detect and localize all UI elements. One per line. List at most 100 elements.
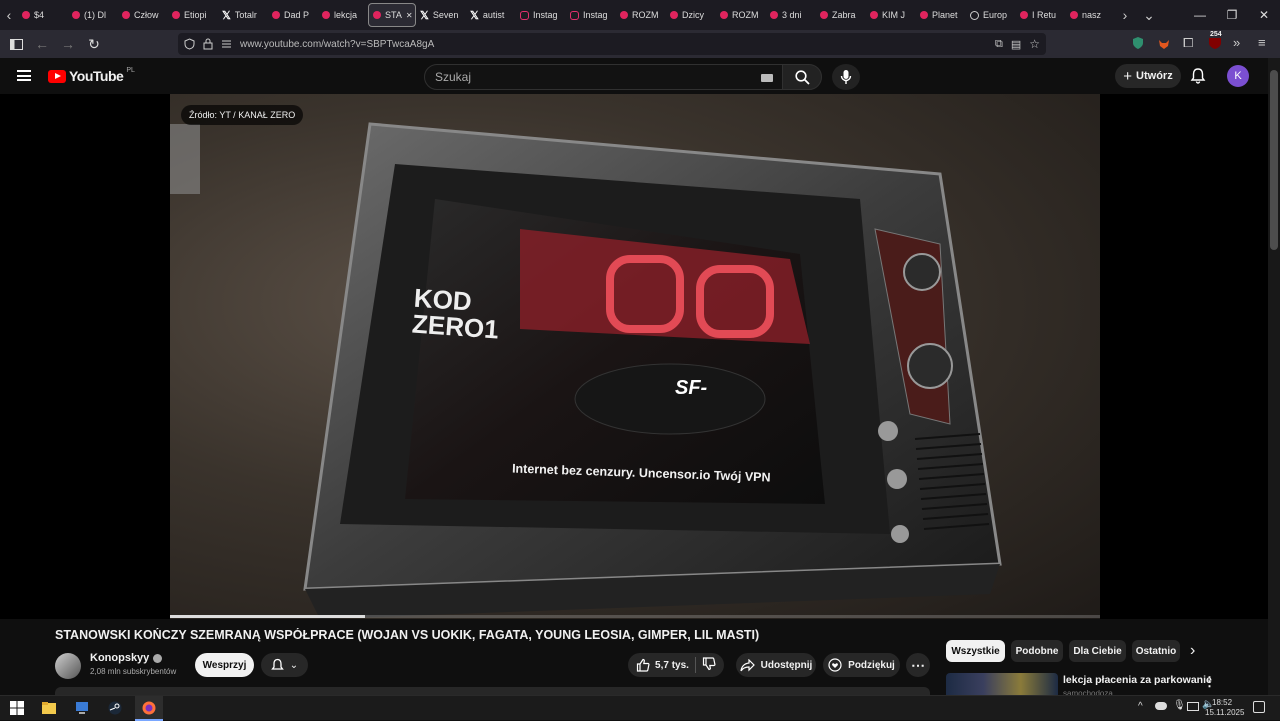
video-progress-bar[interactable]: [170, 615, 1100, 618]
more-actions-icon[interactable]: ⋯: [906, 653, 930, 677]
url-text[interactable]: www.youtube.com/watch?v=SBPTwcaA8gA: [240, 39, 434, 50]
tab-label: Instag: [583, 10, 608, 20]
browser-tab[interactable]: Instag: [516, 3, 566, 27]
firefox-taskbar-button[interactable]: [135, 696, 163, 721]
address-bar[interactable]: www.youtube.com/watch?v=SBPTwcaA8gA ⧉ ▤ …: [178, 33, 1046, 55]
tab-label: Planet: [932, 10, 958, 20]
youtube-favicon-icon: [122, 11, 130, 19]
forward-icon[interactable]: →: [56, 32, 80, 56]
channel-name: Konopskyy: [90, 652, 150, 664]
search-icon: [794, 69, 810, 85]
tabs-scroll-left-icon[interactable]: ‹: [0, 7, 18, 23]
support-button[interactable]: Wesprzyj: [195, 653, 254, 677]
recommendation-title[interactable]: lekcja płacenia za parkowanie: [1063, 674, 1212, 686]
browser-tab[interactable]: Planet: [916, 3, 966, 27]
recommendation-thumbnail[interactable]: [946, 673, 1058, 695]
control-panel-icon[interactable]: [75, 701, 89, 715]
browser-tab[interactable]: Dad P: [268, 3, 318, 27]
shield-icon[interactable]: [184, 38, 195, 50]
notifications-bell-icon[interactable]: [1190, 67, 1206, 89]
browser-tab[interactable]: ROZM: [716, 3, 766, 27]
browser-tab[interactable]: I Retu: [1016, 3, 1066, 27]
reload-icon[interactable]: ↻: [82, 32, 106, 56]
close-window-icon[interactable]: ✕: [1248, 8, 1280, 22]
network-icon[interactable]: [1187, 702, 1199, 711]
description-box[interactable]: [55, 687, 930, 695]
browser-tab[interactable]: Człow: [118, 3, 168, 27]
chip-recent[interactable]: Ostatnio: [1132, 640, 1180, 662]
browser-tab[interactable]: 𝕏 Seven: [416, 3, 466, 27]
chips-next-icon[interactable]: ›: [1190, 642, 1195, 660]
steam-icon[interactable]: [108, 701, 122, 715]
extension-shield-icon[interactable]: [1132, 36, 1144, 55]
youtube-logo[interactable]: YouTube PL: [48, 67, 135, 84]
channel-name-link[interactable]: Konopskyy: [90, 652, 163, 664]
back-icon[interactable]: ←: [30, 32, 54, 56]
recommendation-menu-icon[interactable]: ⋮: [1203, 674, 1216, 690]
voice-search-button[interactable]: [832, 64, 860, 90]
browser-tab[interactable]: Zabra: [816, 3, 866, 27]
browser-tab[interactable]: Etiopi: [168, 3, 218, 27]
overflow-chevron-icon[interactable]: »: [1233, 35, 1240, 50]
browser-tab[interactable]: Instag: [566, 3, 616, 27]
dislike-button[interactable]: [702, 656, 716, 674]
file-explorer-icon[interactable]: [42, 701, 56, 715]
search-input[interactable]: Szukaj: [424, 64, 786, 90]
sidebar-toggle-icon[interactable]: [4, 32, 28, 56]
page-settings-icon[interactable]: [221, 39, 232, 49]
browser-tab[interactable]: ROZM: [616, 3, 666, 27]
like-button[interactable]: 5,7 tys.: [636, 658, 689, 672]
browser-tab[interactable]: lekcja: [318, 3, 368, 27]
clock-date[interactable]: 15.11.2025: [1205, 708, 1244, 717]
browser-tab[interactable]: nasz: [1066, 3, 1116, 27]
tab-label: KIM J: [882, 10, 906, 20]
lock-icon[interactable]: [203, 38, 213, 50]
clock-time[interactable]: 18:52: [1212, 698, 1232, 707]
video-frame[interactable]: KOD ZERO1 SF- Internet bez cenzury. Unce…: [170, 94, 1100, 619]
search-button[interactable]: [782, 64, 822, 90]
bookmark-star-icon[interactable]: ☆: [1029, 37, 1040, 51]
browser-tab[interactable]: Europ: [966, 3, 1016, 27]
thanks-button[interactable]: Podziękuj: [823, 653, 900, 677]
microphone-tray-icon[interactable]: 🎙: [1173, 700, 1186, 711]
channel-avatar[interactable]: [55, 653, 81, 679]
browser-tab[interactable]: KIM J: [866, 3, 916, 27]
tray-overflow-icon[interactable]: ^: [1138, 701, 1143, 712]
subscription-bell-button[interactable]: ⌄: [261, 653, 308, 677]
chip-all[interactable]: Wszystkie: [946, 640, 1005, 662]
page-scrollbar[interactable]: [1268, 58, 1280, 695]
browser-tab[interactable]: 3 dni: [766, 3, 816, 27]
browser-tab[interactable]: $4: [18, 3, 68, 27]
tab-list-dropdown-icon[interactable]: ⌄: [1140, 7, 1158, 24]
close-tab-icon[interactable]: ✕: [406, 11, 413, 20]
browser-tab[interactable]: Dzicy: [666, 3, 716, 27]
onedrive-cloud-icon[interactable]: [1155, 702, 1167, 710]
minimize-icon[interactable]: —: [1184, 8, 1216, 22]
chip-related[interactable]: Podobne: [1011, 640, 1063, 662]
guide-menu-icon[interactable]: [17, 70, 31, 81]
video-player[interactable]: KOD ZERO1 SF- Internet bez cenzury. Unce…: [0, 94, 1268, 619]
tab-active[interactable]: STA ✕: [368, 3, 416, 27]
app-menu-icon[interactable]: ≡: [1258, 35, 1266, 50]
tabs-scroll-right-icon[interactable]: ›: [1116, 7, 1134, 23]
share-button[interactable]: Udostępnij: [736, 653, 816, 677]
extension-fox-icon[interactable]: [1157, 36, 1171, 55]
create-button[interactable]: + Utwórz: [1115, 64, 1181, 88]
tab-label: Dzicy: [682, 10, 704, 20]
account-avatar[interactable]: K: [1227, 65, 1249, 87]
keyboard-icon[interactable]: [761, 74, 773, 82]
restore-icon[interactable]: ❐: [1216, 8, 1248, 22]
chip-for-you[interactable]: Dla Ciebie: [1069, 640, 1126, 662]
browser-tab[interactable]: (1) Dl: [68, 3, 118, 27]
video-still-tv-scene: [170, 122, 1002, 619]
scrollbar-thumb[interactable]: [1270, 70, 1278, 250]
tab-label: Dad P: [284, 10, 310, 20]
extension-ublock-icon[interactable]: 254: [1208, 31, 1222, 55]
extensions-puzzle-icon[interactable]: ⧠: [1183, 35, 1193, 51]
picture-in-picture-icon[interactable]: ⧉: [995, 38, 1003, 51]
browser-tab[interactable]: 𝕏autist: [466, 3, 516, 27]
reader-view-icon[interactable]: ▤: [1011, 38, 1021, 51]
windows-start-icon[interactable]: [10, 701, 24, 715]
browser-tab[interactable]: 𝕏 Totalr: [218, 3, 268, 27]
notification-center-icon[interactable]: [1253, 701, 1265, 713]
